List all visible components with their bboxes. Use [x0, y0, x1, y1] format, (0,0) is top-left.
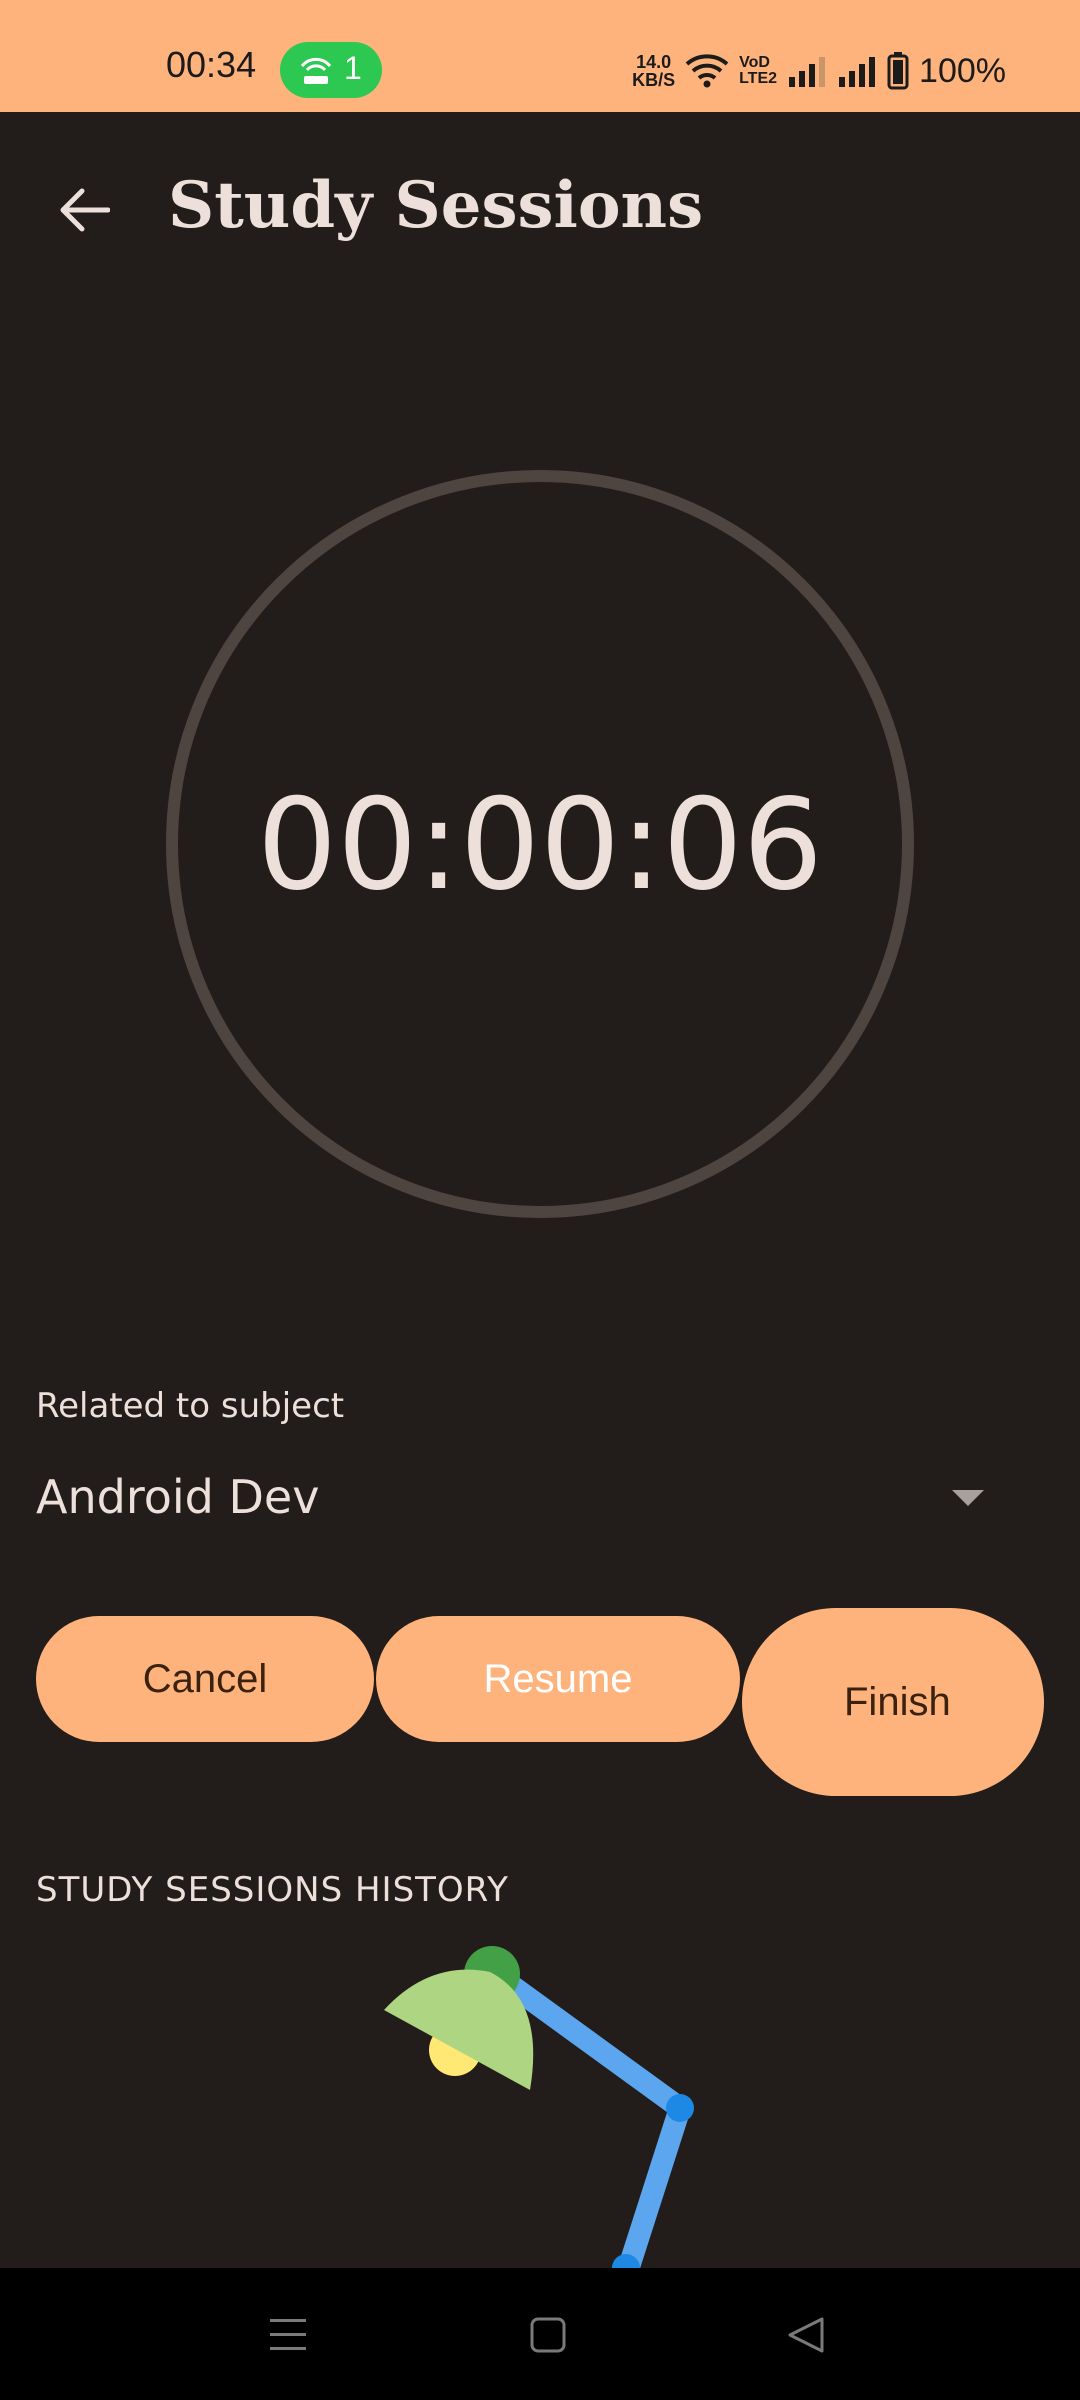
square-icon	[530, 2317, 566, 2353]
finish-button[interactable]: Finish	[742, 1608, 1044, 1796]
hotspot-indicator: 1	[280, 42, 382, 98]
wifi-icon	[685, 54, 729, 88]
volte-bottom: LTE2	[739, 70, 778, 87]
hotspot-icon	[300, 57, 332, 84]
page-title: Study Sessions	[168, 168, 704, 243]
recent-apps-button[interactable]	[258, 2308, 318, 2362]
subject-dropdown[interactable]: Android Dev	[36, 1470, 319, 1524]
dropdown-arrow-icon[interactable]	[952, 1490, 984, 1506]
status-time: 00:34	[166, 44, 257, 85]
home-button[interactable]	[518, 2308, 578, 2362]
status-bar: 00:34 1 14.0 KB/S VoD LTE2 100%	[0, 0, 1080, 112]
battery-icon	[887, 52, 909, 90]
battery-percentage: 100%	[919, 51, 1006, 90]
signal-icon-sim2	[839, 57, 876, 87]
signal-icon-sim1	[789, 57, 826, 87]
back-nav-button[interactable]	[776, 2308, 836, 2362]
volte-indicator: VoD LTE2	[739, 55, 777, 87]
back-button[interactable]	[44, 170, 124, 250]
network-speed-value: 14.0	[636, 52, 672, 72]
volte-top: VoD	[739, 54, 770, 71]
cancel-button[interactable]: Cancel	[36, 1616, 374, 1742]
finish-button-label: Finish	[844, 1680, 951, 1724]
system-nav-bar	[0, 2268, 1080, 2400]
lamp-illustration	[384, 1946, 694, 2270]
hotspot-count: 1	[344, 50, 362, 86]
subject-label: Related to subject	[36, 1386, 345, 1426]
network-speed: 14.0 KB/S	[632, 53, 675, 89]
triangle-back-icon	[788, 2317, 824, 2353]
menu-icon	[270, 2319, 306, 2350]
history-section-title: STUDY SESSIONS HISTORY	[36, 1870, 509, 1910]
timer-display: 00:00:06	[257, 770, 823, 918]
arrow-back-icon	[60, 188, 110, 232]
network-speed-unit: KB/S	[632, 70, 676, 90]
resume-button[interactable]: Resume	[376, 1616, 740, 1742]
